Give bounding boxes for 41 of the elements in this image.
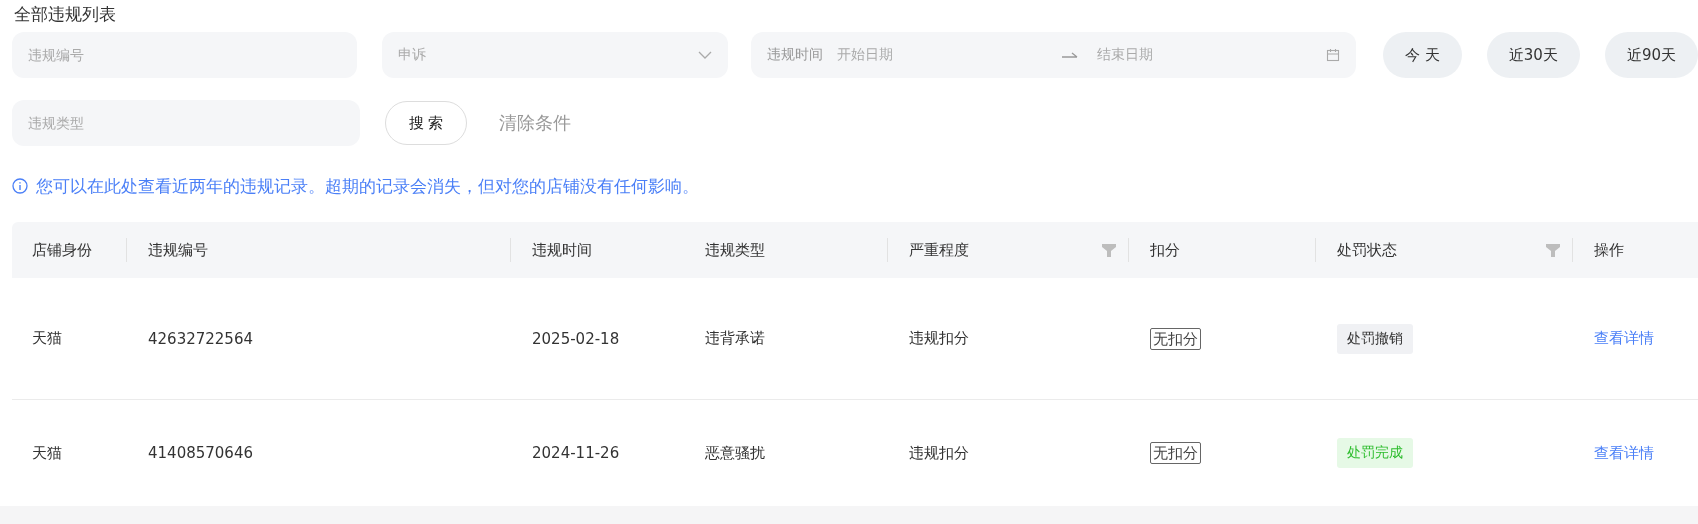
column-header: 严重程度 <box>909 240 969 260</box>
column-header: 扣分 <box>1150 240 1180 260</box>
table-cell: 2025-02-18 <box>532 329 620 348</box>
chevron-down-icon <box>697 51 712 59</box>
table-cell: 违规扣分 <box>909 443 969 463</box>
arrow-right-icon <box>1060 51 1079 59</box>
table-cell: 天猫 <box>32 443 62 463</box>
column-header: 违规时间 <box>532 240 592 260</box>
appeal-select[interactable]: 申诉 <box>382 32 728 78</box>
status-tag: 处罚完成 <box>1337 438 1413 468</box>
table-cell: 42632722564 <box>148 329 253 348</box>
view-details-link[interactable]: 查看详情 <box>1594 329 1654 348</box>
violation-type-field[interactable]: 违规类型 <box>12 100 360 146</box>
table-cell: 41408570646 <box>148 444 253 462</box>
column-header: 违规编号 <box>148 240 208 260</box>
points-tag: 无扣分 <box>1150 442 1201 464</box>
view-details-link[interactable]: 查看详情 <box>1594 443 1654 463</box>
violation-no-field[interactable]: 违规编号 <box>12 32 358 78</box>
points-tag: 无扣分 <box>1150 327 1201 350</box>
notice-text: 您可以在此处查看近两年的违规记录。超期的记录会消失，但对您的店铺没有任何影响。 <box>36 174 699 198</box>
search-button[interactable]: 搜 索 <box>385 101 467 145</box>
quick-range-button[interactable]: 今 天 <box>1383 32 1462 78</box>
page-title: 全部违规列表 <box>13 3 117 26</box>
table-cell: 天猫 <box>32 329 62 348</box>
quick-range-button[interactable]: 近90天 <box>1604 32 1698 78</box>
column-header: 处罚状态 <box>1337 240 1397 260</box>
column-header: 操作 <box>1594 240 1624 260</box>
status-tag: 处罚撤销 <box>1337 323 1413 354</box>
column-header: 店铺身份 <box>32 240 92 260</box>
table-cell: 恶意骚扰 <box>705 443 765 463</box>
filter-icon[interactable] <box>1102 243 1116 257</box>
filter-icon[interactable] <box>1546 243 1560 257</box>
column-header: 违规类型 <box>705 240 765 260</box>
quick-range-button[interactable]: 近30天 <box>1486 32 1580 78</box>
calendar-icon <box>1326 48 1340 62</box>
clear-filters-link[interactable]: 清除条件 <box>499 111 571 135</box>
info-icon <box>12 178 28 194</box>
table-cell: 违背承诺 <box>705 329 765 348</box>
table-cell: 违规扣分 <box>909 329 969 348</box>
date-range-field[interactable]: 违规时间 开始日期 结束日期 <box>750 32 1356 78</box>
table-cell: 2024-11-26 <box>532 444 620 462</box>
